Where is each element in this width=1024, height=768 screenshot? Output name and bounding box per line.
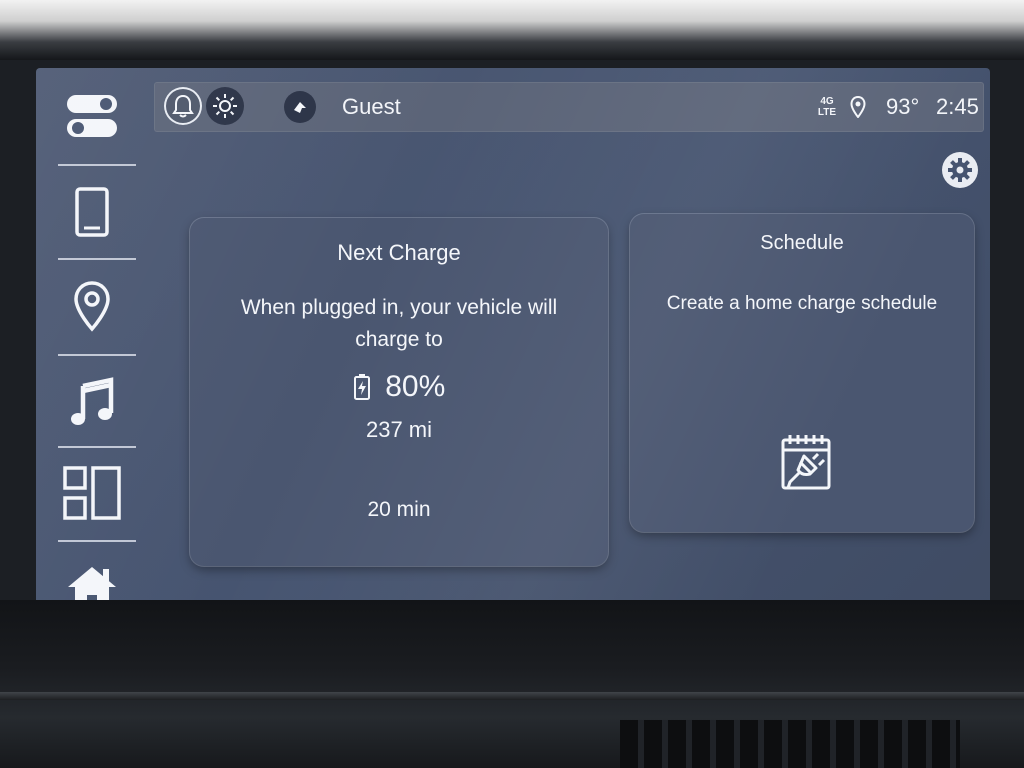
sidebar-item-audio[interactable] bbox=[56, 366, 128, 438]
sidebar-divider bbox=[58, 354, 136, 356]
dashboard-trim bbox=[0, 600, 1024, 768]
location-icon bbox=[850, 96, 866, 118]
brightness-button[interactable] bbox=[206, 87, 244, 125]
sidebar-item-controls[interactable] bbox=[56, 80, 128, 152]
charge-target: 80% bbox=[190, 370, 608, 404]
sidebar-item-navigation[interactable] bbox=[56, 270, 128, 342]
profile-button[interactable] bbox=[284, 91, 316, 123]
steering-wheel-icon bbox=[294, 102, 306, 113]
trim-strip bbox=[0, 692, 1024, 700]
display-bezel-top bbox=[0, 0, 1024, 60]
sidebar-divider bbox=[58, 540, 136, 542]
music-note-icon bbox=[71, 377, 114, 425]
sun-icon bbox=[213, 94, 237, 118]
battery-charging-icon bbox=[353, 374, 370, 400]
sidebar bbox=[36, 68, 148, 638]
sidebar-item-phone[interactable] bbox=[56, 176, 128, 248]
next-charge-card[interactable]: Next Charge When plugged in, your vehicl… bbox=[190, 218, 608, 566]
temperature-readout: 93° bbox=[886, 94, 920, 119]
status-bar: Guest 4G LTE 93° 2:45 bbox=[154, 82, 984, 132]
charge-range: 237 mi bbox=[365, 417, 433, 442]
schedule-description: Create a home charge schedule bbox=[666, 293, 938, 314]
sidebar-divider bbox=[58, 258, 136, 260]
charge-percent: 80% bbox=[385, 370, 446, 403]
profile-name[interactable]: Guest bbox=[342, 82, 401, 132]
sidebar-item-apps[interactable] bbox=[56, 458, 128, 530]
calendar-plug-icon bbox=[781, 435, 831, 490]
sidebar-divider bbox=[58, 164, 136, 166]
phone-icon bbox=[75, 187, 109, 237]
schedule-title: Schedule bbox=[760, 232, 844, 254]
notifications-button[interactable] bbox=[164, 87, 202, 125]
infotainment-screen: Guest 4G LTE 93° 2:45 Next Charge When p… bbox=[36, 68, 990, 638]
settings-button[interactable] bbox=[942, 152, 978, 188]
next-charge-title: Next Charge bbox=[337, 240, 461, 265]
toggle-switches-icon bbox=[67, 95, 117, 137]
sidebar-divider bbox=[58, 446, 136, 448]
next-charge-description: When plugged in, your vehicle will charg… bbox=[240, 296, 558, 351]
network-indicator: 4G LTE bbox=[817, 96, 837, 118]
map-pin-icon bbox=[74, 281, 110, 332]
gear-icon bbox=[948, 158, 972, 182]
bell-icon bbox=[172, 94, 194, 118]
clock: 2:45 bbox=[936, 94, 979, 119]
apps-grid-icon bbox=[63, 466, 121, 520]
air-vent bbox=[620, 720, 960, 768]
charge-duration: 20 min bbox=[367, 498, 431, 521]
schedule-card[interactable]: Schedule Create a home charge schedule bbox=[630, 214, 974, 532]
